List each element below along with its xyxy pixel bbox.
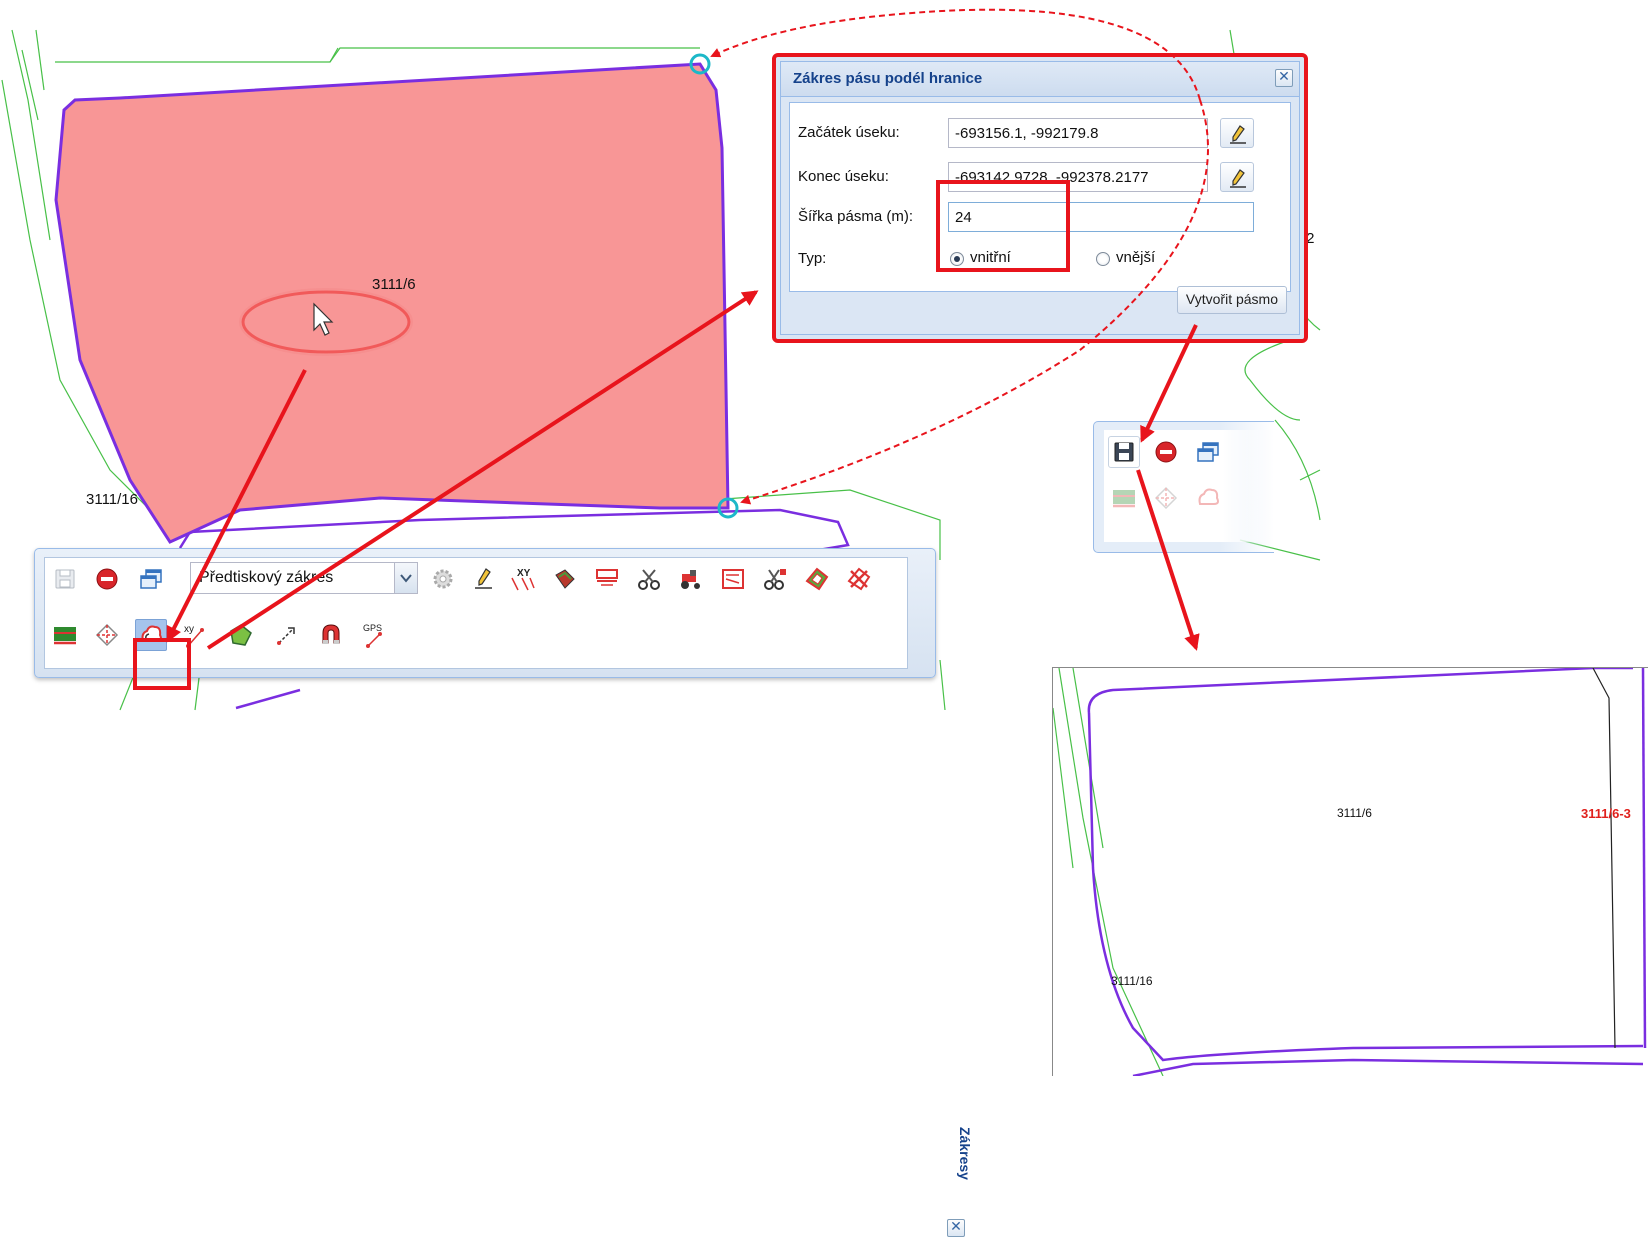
draw-button[interactable]	[467, 563, 499, 595]
mini-windows-button[interactable]	[1192, 436, 1224, 468]
save-icon	[1114, 442, 1134, 462]
field-icon	[1113, 490, 1135, 508]
pencil-icon	[1230, 125, 1246, 144]
polygon-layers-button[interactable]	[801, 563, 833, 595]
end-input[interactable]	[948, 162, 1208, 192]
dialog-title: Zákres pásu podél hranice	[793, 70, 983, 87]
toolbar-close-icon[interactable]: ✕	[947, 1219, 965, 1237]
arrow-line-icon	[277, 627, 295, 645]
tractor-button[interactable]	[675, 563, 707, 595]
stop-icon	[1155, 441, 1177, 463]
layer-icon	[555, 569, 575, 589]
split-line-button[interactable]	[591, 563, 623, 595]
edit-vertex-icon	[1154, 486, 1178, 510]
mini-toolbar	[1093, 421, 1274, 553]
field-icon	[54, 627, 76, 645]
create-buffer-button[interactable]: Vytvořit pásmo	[1176, 286, 1287, 314]
end-pick-button[interactable]	[1220, 162, 1254, 192]
mini-buffer-border-button[interactable]	[1192, 482, 1224, 514]
start-input[interactable]	[948, 118, 1208, 148]
tractor-icon	[681, 570, 700, 589]
stop-icon	[96, 568, 118, 590]
result-main-label: 3111/6	[1337, 806, 1372, 820]
field-button[interactable]	[49, 619, 81, 651]
delete-polygons-icon	[847, 567, 871, 591]
windows-button[interactable]	[135, 563, 167, 595]
end-label: Konec úseku:	[798, 168, 889, 185]
start-label: Začátek úseku:	[798, 124, 900, 141]
cancel-button[interactable]	[91, 563, 123, 595]
start-pick-button[interactable]	[1220, 118, 1254, 148]
type-label: Typ:	[798, 250, 827, 267]
parcel-neighbor-label: 3111/16	[86, 491, 138, 508]
dialog-form: Začátek úseku: Konec úseku: Šířka pásma …	[789, 102, 1291, 292]
buffer-border-icon	[141, 625, 162, 642]
arrow-line-button[interactable]	[271, 619, 303, 651]
drawing-toolbar: Předtiskový zákres XY xy GPS Zákresy ✕	[34, 548, 973, 1237]
dialog-close-icon[interactable]: ✕	[1275, 69, 1293, 87]
magnet-icon	[322, 624, 340, 644]
dialog-titlebar[interactable]: Zákres pásu podél hranice ✕	[781, 62, 1299, 97]
type-radio-inner[interactable]	[950, 252, 964, 266]
xy-line-button[interactable]: xy	[179, 619, 211, 651]
cut-points-icon	[764, 569, 786, 590]
svg-text:xy: xy	[184, 624, 194, 635]
green-polygon-icon	[230, 624, 252, 646]
result-new-label: 3111/6-3	[1581, 806, 1631, 821]
pencil-icon	[1230, 169, 1246, 188]
xy-line-icon: xy	[184, 624, 204, 648]
layer-button[interactable]	[549, 563, 581, 595]
buffer-dialog-highlight: Zákres pásu podél hranice ✕ Začátek úsek…	[772, 53, 1308, 343]
type-option-inner[interactable]: vnitřní	[970, 249, 1011, 266]
scissors-icon	[638, 569, 660, 590]
result-neighbor-label: 3111/16	[1111, 974, 1153, 988]
windows-icon	[140, 569, 162, 589]
width-input[interactable]	[948, 202, 1254, 232]
magnet-button[interactable]	[315, 619, 347, 651]
windows-icon	[1197, 442, 1219, 462]
buffer-border-icon	[1198, 488, 1219, 505]
edit-vertex-button[interactable]	[91, 619, 123, 651]
width-label: Šířka pásma (m):	[798, 208, 914, 225]
xy-points-button[interactable]: XY	[507, 563, 539, 595]
result-preview: 3111/6 3111/16 3111/6-3	[1052, 667, 1648, 1076]
mini-field-button[interactable]	[1108, 482, 1140, 514]
pencil-icon	[475, 568, 492, 589]
edit-vertex-icon	[95, 623, 119, 647]
xy-text: XY	[517, 568, 531, 579]
drawing-type-value: Předtiskový zákres	[199, 569, 334, 586]
map-book-button[interactable]	[717, 563, 749, 595]
split-line-icon	[596, 569, 618, 586]
buffer-border-button[interactable]	[135, 619, 167, 651]
buffer-dialog: Zákres pásu podél hranice ✕ Začátek úsek…	[780, 61, 1300, 335]
mini-cancel-button[interactable]	[1150, 436, 1182, 468]
type-option-outer[interactable]: vnější	[1116, 249, 1155, 266]
gps-text: GPS	[363, 623, 382, 633]
cut-points-button[interactable]	[759, 563, 791, 595]
scissors-button[interactable]	[633, 563, 665, 595]
gps-button[interactable]: GPS	[359, 619, 391, 651]
type-radio-outer[interactable]	[1096, 252, 1110, 266]
chevron-down-icon[interactable]	[394, 563, 417, 593]
mini-edit-vertex-button[interactable]	[1150, 482, 1182, 514]
gps-icon: GPS	[363, 623, 382, 648]
green-polygon-button[interactable]	[225, 619, 257, 651]
delete-polygons-button[interactable]	[843, 563, 875, 595]
xy-points-icon: XY	[511, 568, 535, 591]
save-button[interactable]	[49, 563, 81, 595]
drawing-type-select[interactable]: Předtiskový zákres	[190, 562, 418, 594]
toolbar-title: Zákresy	[957, 1127, 973, 1180]
parcel-main-label: 3111/6	[372, 276, 416, 293]
settings-icon	[433, 569, 453, 589]
polygon-layers-icon	[805, 567, 829, 591]
save-icon	[55, 569, 75, 589]
mini-save-button[interactable]	[1108, 436, 1140, 468]
settings-button[interactable]	[427, 563, 459, 595]
map-book-icon	[722, 569, 744, 589]
